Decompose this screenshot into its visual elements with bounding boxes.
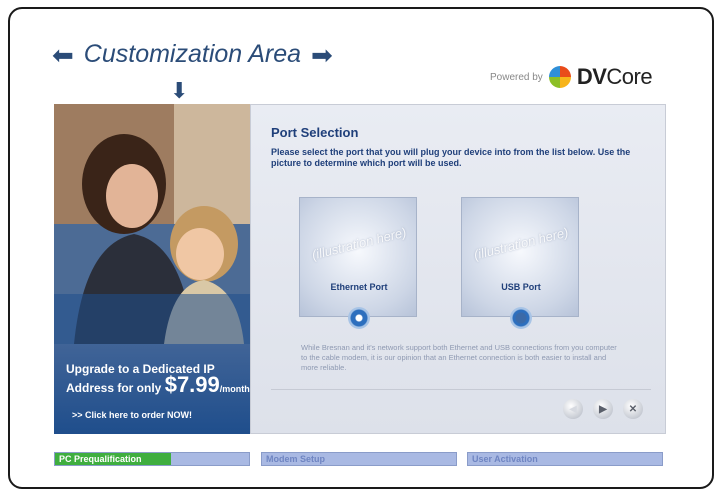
- arrow-left-icon: ⬅: [52, 39, 74, 70]
- arrow-right-icon: ➡: [311, 39, 333, 70]
- customization-label: Customization Area: [83, 40, 302, 68]
- instructions-text: Please select the port that you will plu…: [271, 147, 631, 168]
- step-pc-prequalification: PC Prequalification: [54, 452, 250, 466]
- ethernet-port-radio[interactable]: [348, 307, 370, 329]
- ad-photo: [54, 104, 250, 344]
- illustration-placeholder: (illustration here): [310, 224, 408, 263]
- close-icon: ✕: [628, 403, 638, 415]
- ethernet-port-card[interactable]: (illustration here) Ethernet Port: [299, 197, 417, 317]
- ad-banner[interactable]: Upgrade to a Dedicated IP Address for on…: [54, 104, 250, 434]
- port-selection-panel: Port Selection Please select the port th…: [250, 104, 666, 434]
- back-arrow-icon: ◀: [569, 403, 577, 415]
- usb-port-card[interactable]: (illustration here) USB Port: [461, 197, 579, 317]
- brand-name: DVCore: [576, 64, 653, 89]
- divider: [271, 389, 651, 390]
- dvcore-logo-icon: [548, 66, 571, 88]
- step-modem-setup: Modem Setup: [261, 452, 457, 466]
- customization-title: ⬅ Customization Area ➡: [52, 40, 333, 69]
- step-user-activation: User Activation: [467, 452, 663, 466]
- ethernet-port-label: Ethernet Port: [330, 282, 388, 292]
- arrow-down-icon: ⬇: [170, 78, 189, 103]
- step-label: Modem Setup: [266, 454, 326, 464]
- back-button[interactable]: ◀: [563, 399, 583, 419]
- usb-port-label: USB Port: [501, 282, 541, 292]
- powered-by-logo: Powered by DVCore: [490, 64, 653, 90]
- powered-by-text: Powered by: [490, 71, 543, 83]
- next-arrow-icon: ▶: [599, 403, 607, 415]
- illustration-placeholder: (illustration here): [472, 224, 570, 263]
- next-button[interactable]: ▶: [593, 399, 613, 419]
- page-title: Port Selection: [271, 125, 359, 140]
- step-label: User Activation: [472, 454, 538, 464]
- ad-offer-text: Upgrade to a Dedicated IP Address for on…: [66, 362, 250, 397]
- step-label: PC Prequalification: [59, 454, 142, 464]
- cancel-button[interactable]: ✕: [623, 399, 643, 419]
- usb-port-radio[interactable]: [510, 307, 532, 329]
- order-now-link[interactable]: >> Click here to order NOW!: [72, 410, 192, 420]
- ad-price: $7.99: [164, 372, 220, 397]
- info-text: While Bresnan and it's network support b…: [301, 343, 617, 372]
